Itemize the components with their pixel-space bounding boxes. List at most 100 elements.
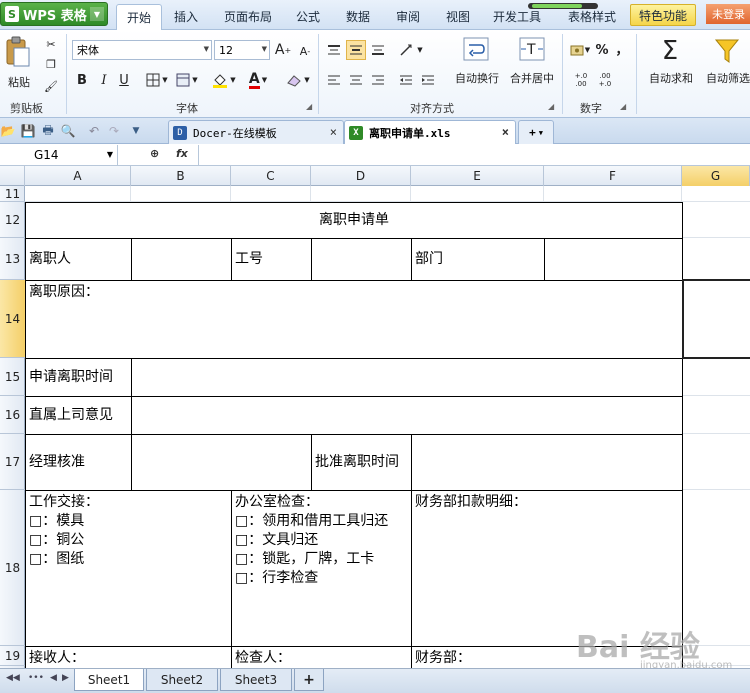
tab-page-layout[interactable]: 页面布局 — [216, 4, 280, 28]
tab-home[interactable]: 开始 — [116, 4, 162, 30]
decrease-decimal-button[interactable]: .00 +.0 — [594, 70, 616, 90]
column-header-g[interactable]: G — [682, 166, 750, 186]
employee-id-value-cell[interactable] — [311, 238, 412, 281]
row-header-15[interactable]: 15 — [0, 358, 25, 396]
sheet-tab-2[interactable]: Sheet2 — [146, 669, 218, 691]
open-folder-icon[interactable]: 📂 — [0, 123, 16, 139]
column-header-e[interactable]: E — [411, 166, 544, 186]
office-check-cell[interactable]: 办公室检查： □：领用和借用工具归还 □：文具归还 □：锁匙，厂牌，工卡 □：行… — [231, 490, 412, 647]
approved-date-value-cell[interactable] — [411, 434, 683, 491]
align-center-button[interactable] — [346, 70, 366, 90]
merge-format-button[interactable]: ▼ — [174, 70, 200, 90]
column-header-c[interactable]: C — [231, 166, 311, 186]
manager-approval-value-cell[interactable] — [131, 434, 312, 491]
font-name-select[interactable]: 宋体 ▼ — [72, 40, 212, 60]
save-icon[interactable]: 💾 — [20, 123, 36, 139]
receiver-label-cell[interactable]: 接收人： — [25, 646, 232, 668]
column-header-a[interactable]: A — [25, 166, 131, 186]
tab-insert[interactable]: 插入 — [166, 4, 206, 28]
sheet-nav-first-icon[interactable]: ◀◀ — [6, 673, 20, 683]
active-cell-g14[interactable] — [682, 279, 750, 359]
clear-format-button[interactable]: ▼ — [284, 70, 312, 90]
increase-decimal-button[interactable]: +.0 .00 — [570, 70, 592, 90]
align-top-button[interactable] — [324, 40, 344, 60]
sheet-tab-3[interactable]: Sheet3 — [220, 669, 292, 691]
print-preview-icon[interactable]: 🔍 — [60, 123, 76, 139]
percent-button[interactable]: % — [594, 40, 610, 60]
number-format-button[interactable]: ▼ — [568, 40, 592, 60]
department-value-cell[interactable] — [544, 238, 683, 281]
row-header-18[interactable]: 18 — [0, 490, 25, 646]
bold-button[interactable]: B — [74, 70, 90, 90]
dialog-launcher-icon[interactable]: ◢ — [620, 102, 626, 111]
sheet-nav-next-icon[interactable]: ▶ — [62, 673, 69, 683]
zoom-formula-icon[interactable]: ⊕ — [150, 147, 159, 160]
customize-toolbar-icon[interactable]: ▼ — [128, 123, 144, 139]
sheet-nav-prev-icon[interactable]: ◀ — [50, 673, 57, 683]
row-header-13[interactable]: 13 — [0, 238, 25, 280]
borders-button[interactable]: ▼ — [144, 70, 170, 90]
autofilter-button[interactable] — [712, 36, 742, 66]
supervisor-opinion-value-cell[interactable] — [131, 396, 683, 435]
worksheet-grid[interactable]: 离职申请单 离职人 工号 部门 离职原因： 申请离职时间 直属上司意见 经理核准… — [25, 186, 750, 668]
copy-icon[interactable]: ❐ — [42, 56, 60, 72]
sigma-icon[interactable]: Σ — [656, 36, 684, 66]
cut-icon[interactable]: ✂ — [42, 36, 60, 52]
column-header-d[interactable]: D — [311, 166, 411, 186]
tab-special-features[interactable]: 特色功能 — [630, 4, 696, 26]
wrap-text-label[interactable]: 自动换行 — [450, 70, 504, 86]
format-painter-icon[interactable]: 🖌 — [42, 78, 60, 94]
close-icon[interactable]: × — [330, 125, 337, 139]
undo-icon[interactable]: ↶ — [86, 123, 102, 139]
increase-indent-button[interactable] — [418, 70, 438, 90]
decrease-indent-button[interactable] — [396, 70, 416, 90]
wrap-text-button[interactable] — [462, 36, 490, 62]
row-header-11[interactable]: 11 — [0, 186, 25, 202]
comma-button[interactable]: ， — [614, 38, 630, 58]
row-header-16[interactable]: 16 — [0, 396, 25, 434]
print-icon[interactable]: 🖶 — [40, 123, 56, 139]
italic-button[interactable]: I — [96, 70, 112, 90]
doc-tab-resignation-form[interactable]: X 离职申请单.xls × — [344, 120, 516, 144]
close-icon[interactable]: × — [502, 125, 509, 139]
work-handover-cell[interactable]: 工作交接： □：模具 □：铜公 □：图纸 — [25, 490, 232, 647]
tab-data[interactable]: 数据 — [338, 4, 378, 28]
font-color-button[interactable]: A ▼ — [244, 70, 272, 90]
approved-date-label-cell[interactable]: 批准离职时间 — [311, 434, 412, 491]
autofilter-label[interactable]: 自动筛选 — [700, 70, 750, 86]
font-size-select[interactable]: 12 ▼ — [214, 40, 270, 60]
name-box[interactable]: G14 ▼ — [0, 145, 118, 165]
row-header-17[interactable]: 17 — [0, 434, 25, 490]
resignation-reason-cell[interactable]: 离职原因： — [25, 280, 683, 359]
select-all-corner[interactable] — [0, 166, 25, 186]
row-header-12[interactable]: 12 — [0, 202, 25, 238]
fx-icon[interactable]: fx — [176, 147, 188, 160]
shrink-font-button[interactable]: A- — [296, 42, 314, 60]
column-header-f[interactable]: F — [544, 166, 682, 186]
add-sheet-button[interactable]: + — [294, 669, 324, 691]
sheet-tab-1[interactable]: Sheet1 — [74, 669, 144, 691]
tab-review[interactable]: 审阅 — [388, 4, 428, 28]
tab-table-style[interactable]: 表格样式 — [560, 4, 624, 28]
orientation-button[interactable]: ▼ — [398, 40, 424, 60]
align-bottom-button[interactable] — [368, 40, 388, 60]
tab-view[interactable]: 视图 — [438, 4, 478, 28]
apply-date-label-cell[interactable]: 申请离职时间 — [25, 358, 132, 397]
paste-button[interactable] — [2, 34, 34, 70]
login-button[interactable]: 未登录 — [706, 4, 750, 24]
employee-id-label-cell[interactable]: 工号 — [231, 238, 312, 281]
redo-icon[interactable]: ↷ — [106, 123, 122, 139]
align-left-button[interactable] — [324, 70, 344, 90]
app-menu-button[interactable]: S WPS 表格 ▼ — [0, 2, 108, 26]
department-label-cell[interactable]: 部门 — [411, 238, 545, 281]
inspector-label-cell[interactable]: 检查人： — [231, 646, 412, 668]
row-header-19[interactable]: 19 — [0, 646, 25, 666]
doc-tab-docer[interactable]: D Docer-在线模板 × — [168, 120, 344, 144]
autosum-label[interactable]: 自动求和 — [642, 70, 700, 86]
dialog-launcher-icon[interactable]: ◢ — [306, 102, 312, 111]
merge-center-label[interactable]: 合并居中 — [504, 70, 560, 86]
resignee-value-cell[interactable] — [131, 238, 232, 281]
column-header-b[interactable]: B — [131, 166, 231, 186]
align-middle-button[interactable] — [346, 40, 366, 60]
dialog-launcher-icon[interactable]: ◢ — [548, 102, 554, 111]
